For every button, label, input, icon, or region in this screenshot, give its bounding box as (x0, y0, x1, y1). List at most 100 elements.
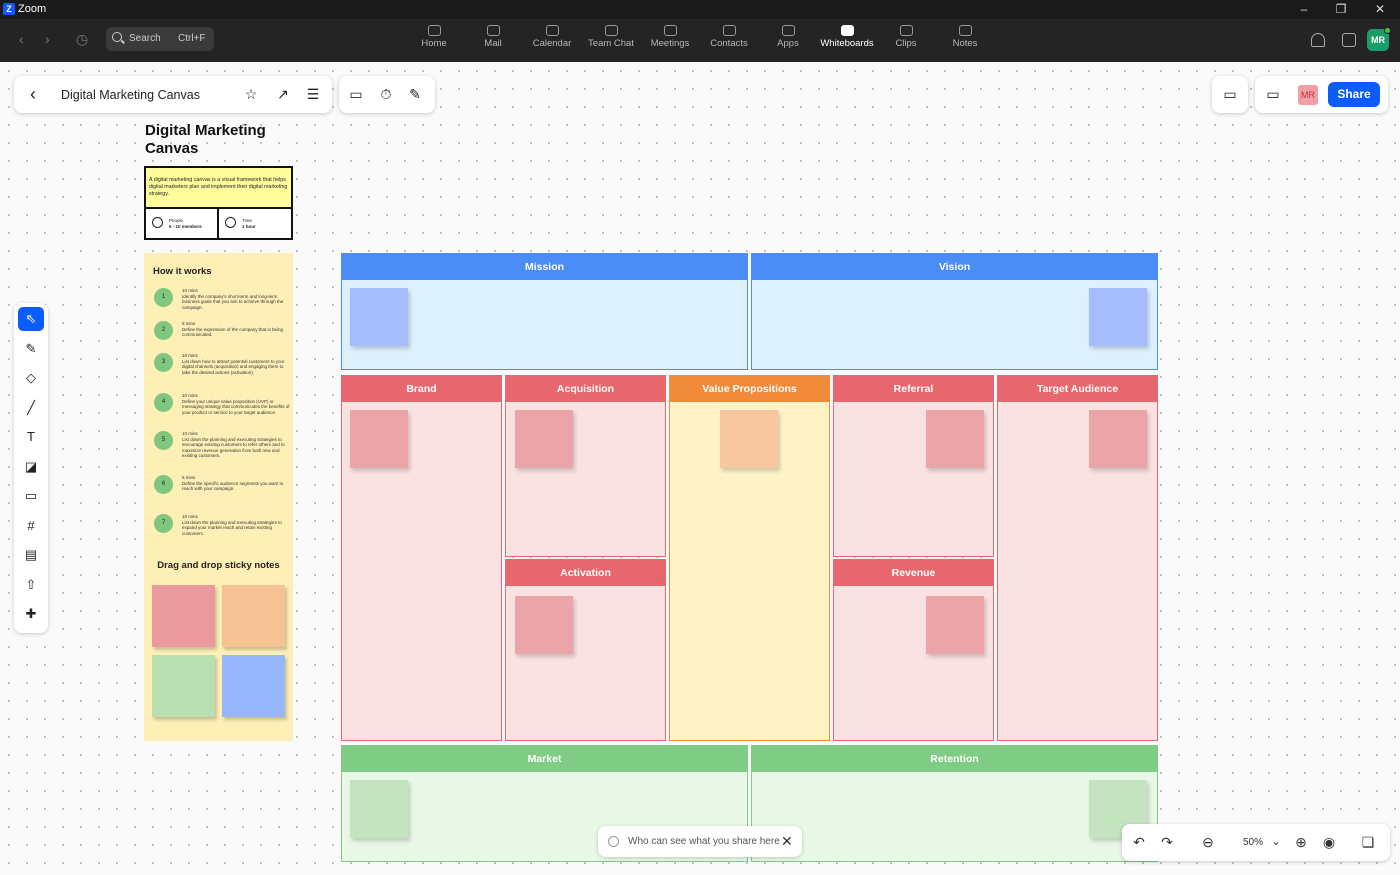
template-tool[interactable]: ▤ (18, 543, 44, 567)
sticky-note-tool[interactable]: ◪ (18, 455, 44, 479)
notes-icon (958, 25, 972, 36)
sticky-template-green[interactable] (152, 655, 215, 717)
nav-label: Apps (777, 38, 799, 49)
close-hint-icon[interactable]: ✕ (781, 833, 793, 850)
sticky-template-orange[interactable] (222, 585, 285, 647)
back-icon[interactable]: ‹ (25, 85, 41, 103)
apps-icon (781, 25, 795, 36)
step-number: 5 (154, 431, 173, 450)
share-hint-text: Who can see what you share here (628, 836, 780, 847)
video-icon[interactable]: ▭ (1265, 86, 1281, 102)
app-title: Zoom (18, 3, 47, 15)
step-number: 2 (154, 321, 173, 340)
template-info-card: A digital marketing canvas is a visual f… (144, 166, 293, 240)
history-icon[interactable]: ◷ (76, 31, 88, 48)
sticky-note-activation[interactable] (515, 596, 573, 654)
undo-icon[interactable]: ↶ (1131, 834, 1147, 850)
sticky-template-red[interactable] (152, 585, 215, 647)
nav-contacts[interactable]: Contacts (700, 25, 758, 49)
comment-tool[interactable]: ▭ (18, 484, 44, 508)
drag-sticky-title: Drag and drop sticky notes (157, 560, 280, 571)
calendar-icon (545, 25, 559, 36)
sticky-note-target-audience[interactable] (1089, 410, 1147, 468)
back-nav-button[interactable]: ‹ (19, 31, 24, 47)
zoom-in-icon[interactable]: ⊕ (1293, 834, 1309, 850)
step-number: 1 (154, 288, 173, 307)
zoom-logo-icon: Z (3, 3, 15, 15)
zoom-dropdown-icon[interactable]: ⌄ (1268, 834, 1284, 850)
select-tool[interactable]: ⇖ (18, 307, 44, 331)
step-text: 10 mins List down the planning and execut… (182, 431, 290, 459)
sticky-note-mission[interactable] (350, 288, 408, 346)
vision-header: Vision (752, 254, 1157, 280)
upload-tool[interactable]: ⇧ (18, 573, 44, 597)
layout-toggle-icon[interactable] (1342, 33, 1356, 47)
frame-tool[interactable]: # (18, 514, 44, 538)
forward-nav-button[interactable]: › (45, 31, 50, 47)
activation-header: Activation (506, 560, 665, 586)
pen-tool[interactable]: ✎ (18, 337, 44, 361)
referral-header: Referral (834, 376, 993, 402)
timer-icon[interactable]: ⏱ (378, 86, 394, 102)
close-window-button[interactable]: ✕ (1372, 1, 1388, 17)
nav-mail[interactable]: Mail (464, 25, 522, 49)
open-external-icon[interactable]: ↗ (275, 86, 291, 102)
collaborator-avatar[interactable]: MR (1298, 85, 1318, 105)
sticky-note-market[interactable] (350, 780, 408, 838)
menu-icon[interactable]: ☰ (305, 86, 321, 102)
search-icon (112, 32, 122, 42)
mission-header: Mission (342, 254, 747, 280)
nav-notes[interactable]: Notes (936, 25, 994, 49)
present-icon[interactable]: ▭ (348, 86, 364, 102)
clock-icon (225, 217, 236, 228)
nav-clips[interactable]: Clips (877, 25, 935, 49)
sticky-note-acquisition[interactable] (515, 410, 573, 468)
nav-home[interactable]: Home (405, 25, 463, 49)
line-tool[interactable]: ╱ (18, 396, 44, 420)
nav-apps[interactable]: Apps (759, 25, 817, 49)
nav-label: Meetings (650, 38, 690, 49)
step-description: Define the specific audience segments yo… (182, 480, 284, 492)
signature-icon[interactable]: ✎ (407, 86, 423, 102)
shapes-tool[interactable]: ◇ (18, 366, 44, 390)
user-visibility-icon (608, 836, 619, 847)
template-title: Digital Marketing Canvas (145, 122, 266, 157)
nav-label: Contacts (710, 38, 748, 49)
star-icon[interactable]: ☆ (243, 86, 259, 102)
notifications-icon[interactable] (1311, 33, 1325, 47)
sticky-note-revenue[interactable] (926, 596, 984, 654)
nav-meetings[interactable]: Meetings (641, 25, 699, 49)
share-button[interactable]: Share (1328, 82, 1380, 107)
nav-calendar[interactable]: Calendar (523, 25, 581, 49)
sticky-note-vision[interactable] (1089, 288, 1147, 346)
board-header-panel: ‹ Digital Marketing Canvas ☆ ↗ ☰ (14, 76, 332, 113)
zoom-level[interactable]: 50% (1243, 837, 1263, 848)
sticky-template-blue[interactable] (222, 655, 285, 717)
brand-header: Brand (342, 376, 501, 402)
nav-whiteboards[interactable]: Whiteboards (818, 25, 876, 49)
chat-icon (604, 25, 618, 36)
user-avatar[interactable]: MR (1367, 27, 1391, 51)
sticky-note-value-propositions[interactable] (720, 410, 778, 468)
nav-label: Calendar (532, 38, 572, 49)
whiteboard-icon (840, 25, 854, 36)
redo-icon[interactable]: ↷ (1159, 834, 1175, 850)
step-number: 4 (154, 393, 173, 412)
search-box[interactable]: Search Ctrl+F (106, 27, 214, 51)
more-tools[interactable]: ✚ (18, 602, 44, 626)
sticky-note-referral[interactable] (926, 410, 984, 468)
sticky-note-brand[interactable] (350, 410, 408, 468)
comment-icon[interactable]: ▭ (1222, 86, 1238, 102)
locate-icon[interactable]: ◉ (1321, 834, 1337, 850)
minimap-icon[interactable]: ❏ (1360, 834, 1376, 850)
minimize-button[interactable]: – (1296, 1, 1312, 17)
zoom-out-icon[interactable]: ⊖ (1200, 834, 1216, 850)
step-number: 3 (154, 353, 173, 372)
nav-team-chat[interactable]: Team Chat (582, 25, 640, 49)
maximize-button[interactable]: ❐ (1333, 1, 1349, 17)
comment-panel: ▭ (1212, 76, 1248, 113)
revenue-header: Revenue (834, 560, 993, 586)
text-tool[interactable]: T (18, 425, 44, 449)
board-title[interactable]: Digital Marketing Canvas (61, 88, 200, 102)
step-description: Define your unique value proposition (UV… (182, 398, 290, 415)
